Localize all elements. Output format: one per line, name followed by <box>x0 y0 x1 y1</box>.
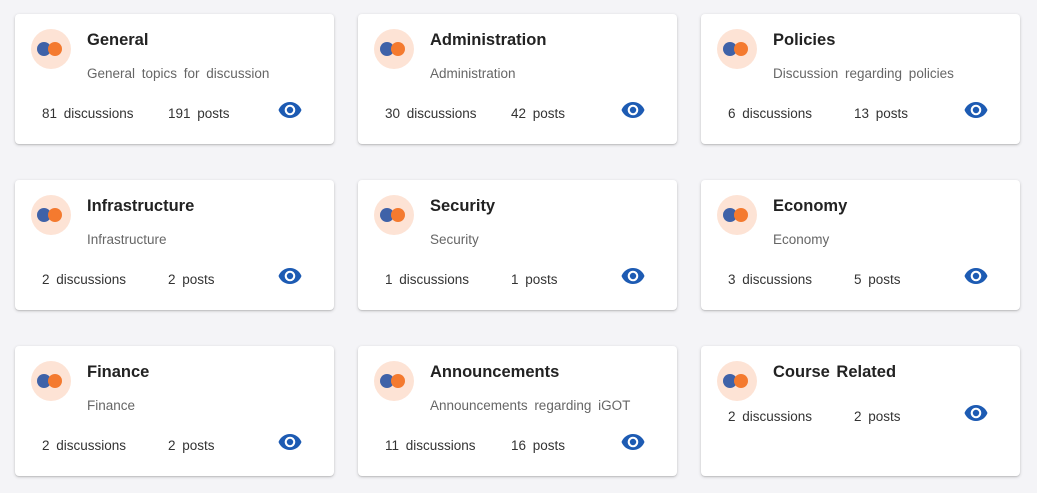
forum-avatar-icon <box>374 29 414 69</box>
category-grid: General General topics for discussion 81… <box>0 0 1037 493</box>
discussion-count: 6 discussions <box>728 106 813 121</box>
discussion-count: 3 discussions <box>728 272 813 287</box>
category-title[interactable]: Economy <box>773 197 847 216</box>
eye-icon[interactable] <box>278 433 302 451</box>
category-title[interactable]: Administration <box>430 31 546 50</box>
post-count: 16 posts <box>511 438 566 453</box>
category-card-administration[interactable]: Administration Administration 30 discuss… <box>358 14 677 144</box>
category-title[interactable]: Policies <box>773 31 835 50</box>
category-card-policies[interactable]: Policies Discussion regarding policies 6… <box>701 14 1020 144</box>
category-description: Discussion regarding policies <box>773 66 954 81</box>
eye-icon[interactable] <box>278 101 302 119</box>
eye-icon[interactable] <box>621 101 645 119</box>
discussion-count: 2 discussions <box>42 438 127 453</box>
category-description: Infrastructure <box>87 232 167 247</box>
post-count: 191 posts <box>168 106 230 121</box>
category-title[interactable]: Announcements <box>430 363 559 382</box>
eye-icon[interactable] <box>964 267 988 285</box>
forum-avatar-icon <box>31 361 71 401</box>
category-card-infrastructure[interactable]: Infrastructure Infrastructure 2 discussi… <box>15 180 334 310</box>
category-card-security[interactable]: Security Security 1 discussions 1 posts <box>358 180 677 310</box>
post-count: 13 posts <box>854 106 909 121</box>
forum-avatar-icon <box>717 361 757 401</box>
eye-icon[interactable] <box>964 404 988 422</box>
post-count: 5 posts <box>854 272 901 287</box>
category-title[interactable]: Course Related <box>773 363 896 382</box>
post-count: 2 posts <box>168 438 215 453</box>
discussion-count: 2 discussions <box>728 409 813 424</box>
category-card-announcements[interactable]: Announcements Announcements regarding iG… <box>358 346 677 476</box>
forum-avatar-icon <box>717 195 757 235</box>
category-description: Economy <box>773 232 830 247</box>
discussion-count: 30 discussions <box>385 106 477 121</box>
category-description: Announcements regarding iGOT <box>430 398 631 413</box>
category-description: Finance <box>87 398 136 413</box>
discussion-count: 81 discussions <box>42 106 134 121</box>
forum-avatar-icon <box>31 29 71 69</box>
discussion-count: 2 discussions <box>42 272 127 287</box>
category-title[interactable]: Infrastructure <box>87 197 194 216</box>
category-description: Administration <box>430 66 516 81</box>
category-title[interactable]: Security <box>430 197 495 216</box>
category-card-course-related[interactable]: Course Related 2 discussions 2 posts <box>701 346 1020 476</box>
post-count: 1 posts <box>511 272 558 287</box>
eye-icon[interactable] <box>964 101 988 119</box>
forum-avatar-icon <box>717 29 757 69</box>
eye-icon[interactable] <box>621 433 645 451</box>
post-count: 2 posts <box>168 272 215 287</box>
forum-avatar-icon <box>31 195 71 235</box>
post-count: 42 posts <box>511 106 566 121</box>
post-count: 2 posts <box>854 409 901 424</box>
category-card-general[interactable]: General General topics for discussion 81… <box>15 14 334 144</box>
category-title[interactable]: Finance <box>87 363 149 382</box>
forum-avatar-icon <box>374 195 414 235</box>
category-description: General topics for discussion <box>87 66 270 81</box>
discussion-count: 1 discussions <box>385 272 470 287</box>
category-card-economy[interactable]: Economy Economy 3 discussions 5 posts <box>701 180 1020 310</box>
eye-icon[interactable] <box>278 267 302 285</box>
category-title[interactable]: General <box>87 31 148 50</box>
eye-icon[interactable] <box>621 267 645 285</box>
forum-avatar-icon <box>374 361 414 401</box>
category-description: Security <box>430 232 479 247</box>
discussion-count: 11 discussions <box>385 438 476 453</box>
category-card-finance[interactable]: Finance Finance 2 discussions 2 posts <box>15 346 334 476</box>
